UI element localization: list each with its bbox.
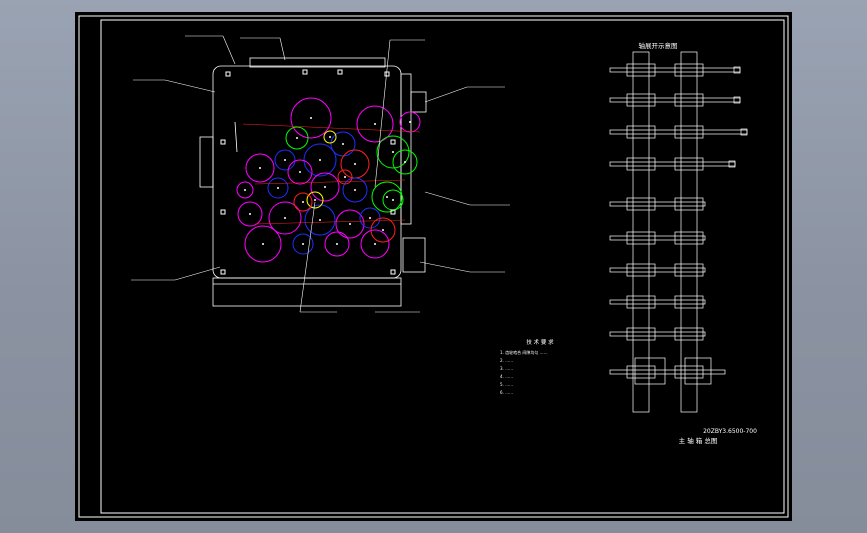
- gear-center: [404, 161, 406, 163]
- shaft: [609, 201, 706, 207]
- right-view-title: 轴展开示意图: [639, 41, 678, 50]
- gear-center: [284, 159, 286, 161]
- gear-hub: [626, 125, 656, 139]
- gear-center: [319, 159, 321, 161]
- gear-hub: [626, 295, 656, 309]
- tech-line: 2. ……: [500, 358, 513, 363]
- bolt-hole: [384, 71, 390, 77]
- gear-center: [382, 229, 384, 231]
- gear-center: [392, 151, 394, 153]
- gear-center: [344, 176, 346, 178]
- gearbox-front-view: [199, 57, 427, 307]
- center-line: [254, 219, 406, 225]
- gear-hub: [626, 327, 656, 341]
- gear-center: [324, 186, 326, 188]
- gear-center: [354, 163, 356, 165]
- drawing-name: 主 轴 箱 总图: [679, 436, 718, 445]
- shaft: [609, 267, 706, 273]
- gear-hub: [626, 231, 656, 245]
- shaft: [609, 299, 706, 305]
- gear-center: [302, 201, 304, 203]
- tech-line: 4. ……: [500, 374, 513, 379]
- gear-circles: [220, 69, 421, 275]
- gear-block: [684, 357, 712, 385]
- gear-block: [634, 357, 666, 385]
- tech-requirements: 技 术 要 求 1. 齿轮啮合 间隙均匀 …… 2. …… 3. …… 4. ……: [500, 338, 554, 395]
- gear-center: [244, 189, 246, 191]
- gear-center: [319, 219, 321, 221]
- gear-center: [374, 123, 376, 125]
- drawing-code: 20ZBY3.6500-700: [703, 428, 757, 435]
- bolt-hole: [302, 69, 308, 75]
- bolt-hole: [220, 269, 226, 275]
- cad-drawing: 轴展开示意图 技 术 要 求 1. 齿轮啮合 间隙均匀 …… 2. …… 3. …: [78, 15, 789, 518]
- shaft: [609, 331, 706, 337]
- tech-line: 1. 齿轮啮合 间隙均匀 ……: [500, 349, 548, 355]
- gear-hub: [674, 125, 704, 139]
- gear-hub: [626, 197, 656, 211]
- gear-center: [386, 196, 388, 198]
- shaft: [609, 129, 748, 135]
- gear-center: [392, 199, 394, 201]
- gear-center: [259, 167, 261, 169]
- gear-hub: [674, 327, 704, 341]
- gear-center: [354, 189, 356, 191]
- bolt-hole: [390, 139, 396, 145]
- gear-center: [249, 213, 251, 215]
- tech-line: 3. ……: [500, 366, 513, 371]
- gear-center: [374, 243, 376, 245]
- gear-center: [329, 136, 331, 138]
- gear-center: [310, 117, 312, 119]
- gear-center: [262, 243, 264, 245]
- gear-center: [369, 217, 371, 219]
- shaft: [609, 161, 736, 167]
- gear-center: [296, 137, 298, 139]
- gear-hub: [626, 365, 656, 379]
- gear-center: [314, 199, 316, 201]
- gear-hub: [626, 157, 656, 171]
- shaft: [609, 235, 706, 241]
- gear-center: [284, 217, 286, 219]
- gear-hub: [674, 295, 704, 309]
- gear-hub: [674, 365, 704, 379]
- bolt-hole: [225, 71, 231, 77]
- gear-center: [336, 243, 338, 245]
- gear-hub: [626, 93, 656, 107]
- shaft-expansion-view: [609, 51, 748, 413]
- gear-hub: [674, 263, 704, 277]
- gear-center: [349, 223, 351, 225]
- gear-hub: [674, 157, 704, 171]
- tech-line: 5. ……: [500, 382, 513, 387]
- bolt-hole: [337, 69, 343, 75]
- gear-center: [277, 187, 279, 189]
- title-block: 20ZBY3.6500-700 主 轴 箱 总图: [679, 428, 757, 445]
- bolt-hole: [220, 209, 226, 215]
- gear-hub: [674, 93, 704, 107]
- gear-center: [409, 121, 411, 123]
- tech-line: 6. ……: [500, 390, 513, 395]
- bolt-hole: [390, 269, 396, 275]
- gear-hub: [626, 263, 656, 277]
- center-line: [254, 179, 406, 185]
- gear-center: [342, 143, 344, 145]
- bolt-hole: [220, 139, 226, 145]
- drawing-sheet: 轴展开示意图 技 术 要 求 1. 齿轮啮合 间隙均匀 …… 2. …… 3. …: [75, 12, 792, 521]
- gear-hub: [674, 63, 704, 77]
- gear-hub: [626, 63, 656, 77]
- gear-center: [302, 243, 304, 245]
- gear-hub: [674, 231, 704, 245]
- tech-heading: 技 术 要 求: [526, 338, 554, 346]
- gear-center: [299, 171, 301, 173]
- gear-hub: [674, 197, 704, 211]
